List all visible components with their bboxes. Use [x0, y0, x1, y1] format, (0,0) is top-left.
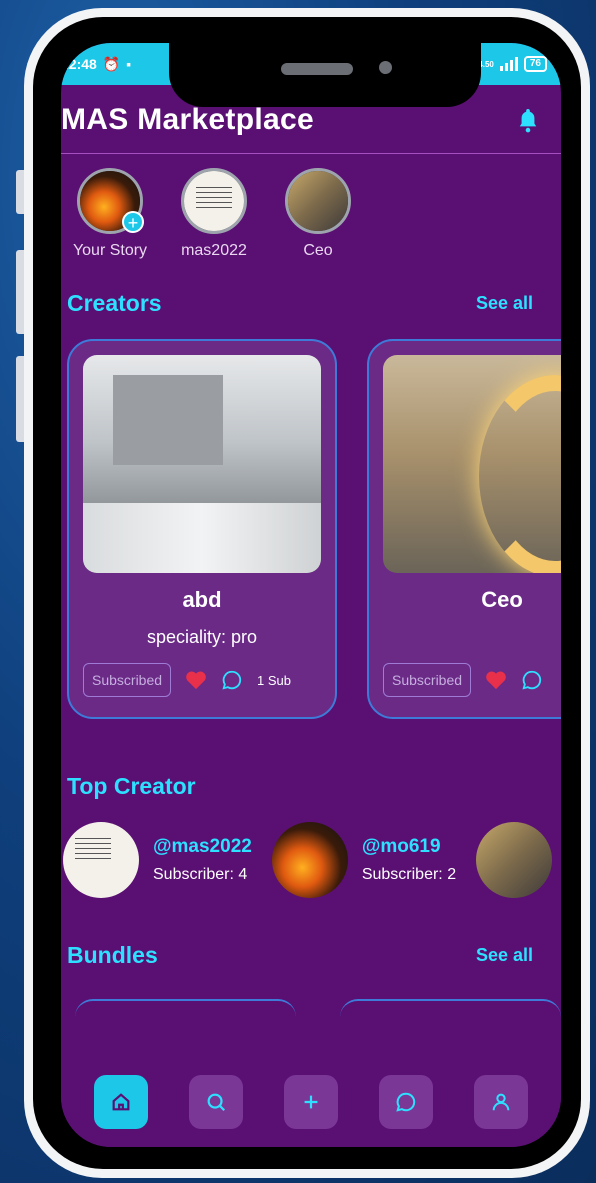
- subscriber-count: Subscriber: 4: [153, 866, 248, 883]
- avatar: [181, 168, 247, 234]
- chat-icon[interactable]: [221, 669, 243, 691]
- section-title-creators: Creators: [67, 290, 162, 316]
- phone-frame: 22:48 ⏰ ▪ 4.50 76 MAS Marketplace + Your…: [24, 8, 590, 1178]
- avatar: [285, 168, 351, 234]
- top-creator-item[interactable]: @mo619 Subscriber: 2: [271, 822, 457, 898]
- page-title: MAS Marketplace: [61, 103, 314, 136]
- subscriber-count: Subscriber: 2: [361, 866, 457, 883]
- avatar: [271, 822, 348, 898]
- creator-handle: @mo619: [361, 836, 441, 857]
- nav-chat-button[interactable]: [379, 1075, 434, 1129]
- chat-icon[interactable]: [521, 669, 543, 691]
- bundle-card[interactable]: [75, 999, 296, 1019]
- bundles-carousel[interactable]: [61, 969, 561, 1019]
- nav-profile-button[interactable]: [474, 1075, 529, 1129]
- story-label: Ceo: [303, 242, 333, 259]
- nav-home-button[interactable]: [93, 1075, 148, 1129]
- bottom-nav: [61, 1057, 561, 1147]
- creator-photo: [83, 355, 321, 573]
- creator-card-abd[interactable]: abd speciality: pro Subscribed 1 Sub: [67, 339, 337, 719]
- nav-search-button[interactable]: [188, 1075, 243, 1129]
- story-label: Your Story: [72, 242, 148, 259]
- chat-icon: [396, 1092, 416, 1112]
- section-title-top-creator: Top Creator: [67, 773, 196, 799]
- battery-icon: 76: [523, 56, 547, 72]
- story-mas2022[interactable]: mas2022: [169, 168, 259, 260]
- story-ceo[interactable]: Ceo: [273, 168, 363, 260]
- bell-icon[interactable]: [517, 107, 539, 133]
- phone-notch: [169, 43, 481, 107]
- top-creator-header: Top Creator: [61, 719, 561, 800]
- top-creator-list[interactable]: @mas2022 Subscriber: 4 @mo619 Subscriber…: [61, 800, 561, 898]
- creators-header: Creators See all: [61, 260, 561, 317]
- alarm-icon: ⏰: [102, 55, 121, 72]
- story-label: mas2022: [181, 242, 247, 259]
- creators-carousel[interactable]: abd speciality: pro Subscribed 1 Sub Ceo…: [61, 317, 561, 719]
- section-title-bundles: Bundles: [67, 942, 158, 968]
- creator-name: Ceo: [481, 587, 523, 612]
- creator-handle: @mas2022: [153, 836, 252, 857]
- creators-see-all-link[interactable]: See all: [476, 293, 533, 314]
- heart-icon[interactable]: [485, 670, 507, 690]
- signal-icon: [499, 57, 518, 71]
- top-creator-item[interactable]: @mas2022 Subscriber: 4: [63, 822, 252, 898]
- speaker: [281, 63, 353, 75]
- subscriber-count: 1 Sub: [257, 672, 292, 688]
- creator-photo: [383, 355, 561, 573]
- phone-bezel: 22:48 ⏰ ▪ 4.50 76 MAS Marketplace + Your…: [33, 17, 581, 1169]
- creator-name: abd: [182, 587, 222, 612]
- home-icon: [112, 1093, 130, 1111]
- add-story-icon[interactable]: +: [122, 211, 144, 233]
- camera: [379, 61, 392, 74]
- story-your-story[interactable]: + Your Story: [65, 168, 155, 260]
- notification-icon: ▪: [126, 56, 132, 72]
- creator-speciality: speciality: pro: [146, 627, 258, 647]
- search-icon: [207, 1093, 225, 1112]
- bundles-see-all-link[interactable]: See all: [476, 945, 533, 966]
- subscribed-button[interactable]: Subscribed: [83, 663, 172, 697]
- app-screen: 22:48 ⏰ ▪ 4.50 76 MAS Marketplace + Your…: [61, 43, 561, 1147]
- creator-card-ceo[interactable]: Ceo Subscribed: [367, 339, 561, 719]
- status-time: 22:48: [61, 56, 97, 72]
- creator-speciality: [383, 627, 561, 649]
- avatar[interactable]: [476, 822, 553, 898]
- heart-icon[interactable]: [185, 670, 207, 690]
- subscribed-button[interactable]: Subscribed: [383, 663, 472, 697]
- stories-row: + Your Story mas2022 Ceo: [61, 154, 561, 260]
- bundles-header: Bundles See all: [61, 898, 561, 969]
- avatar: +: [77, 168, 144, 234]
- nav-add-button[interactable]: [283, 1075, 338, 1129]
- profile-icon: [493, 1093, 510, 1111]
- plus-icon: [304, 1095, 318, 1109]
- bundle-card[interactable]: [340, 999, 561, 1019]
- avatar: [63, 822, 139, 898]
